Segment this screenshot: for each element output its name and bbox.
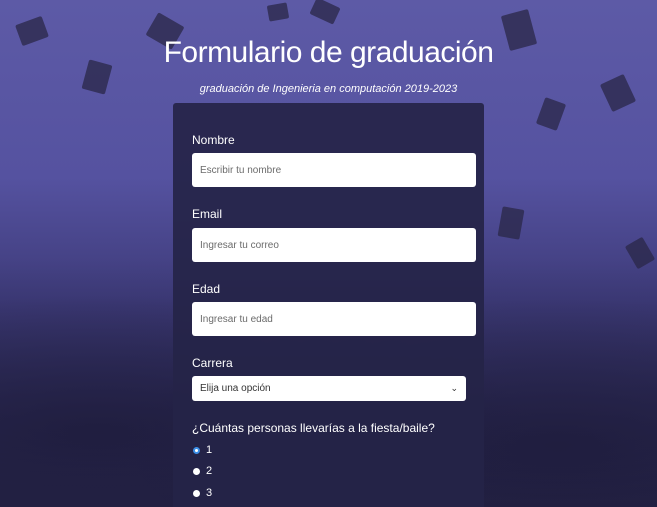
radio-label: 2	[206, 465, 213, 477]
career-label: Carrera	[192, 356, 233, 370]
age-label: Edad	[192, 282, 221, 296]
page-subtitle: graduación de Ingenieria en computación …	[0, 83, 657, 95]
radio-button[interactable]	[193, 446, 200, 454]
page-title: Formulario de graduación	[163, 36, 494, 69]
radio-button[interactable]	[193, 489, 200, 497]
radio-label: 3	[206, 487, 213, 499]
graduation-form: Nombre Email Edad Carrera Elija una opci…	[173, 103, 484, 507]
guests-option-1[interactable]: 1	[193, 444, 212, 456]
guests-option-3[interactable]: 3	[193, 487, 212, 499]
name-input[interactable]	[192, 153, 476, 187]
career-select-value: Elija una opción	[200, 383, 271, 394]
name-label: Nombre	[192, 133, 235, 147]
email-input[interactable]	[192, 228, 476, 262]
radio-label: 1	[206, 444, 213, 456]
chevron-down-icon: ⌄	[450, 383, 458, 393]
career-select[interactable]: Elija una opción ⌄	[192, 376, 466, 401]
radio-button[interactable]	[193, 467, 200, 475]
guests-question: ¿Cuántas personas llevarías a la fiesta/…	[192, 421, 435, 435]
email-label: Email	[192, 207, 223, 221]
subtitle-text: graduación de Ingenieria en computación …	[199, 83, 458, 95]
guests-option-2[interactable]: 2	[193, 465, 212, 477]
age-input[interactable]	[192, 302, 476, 336]
